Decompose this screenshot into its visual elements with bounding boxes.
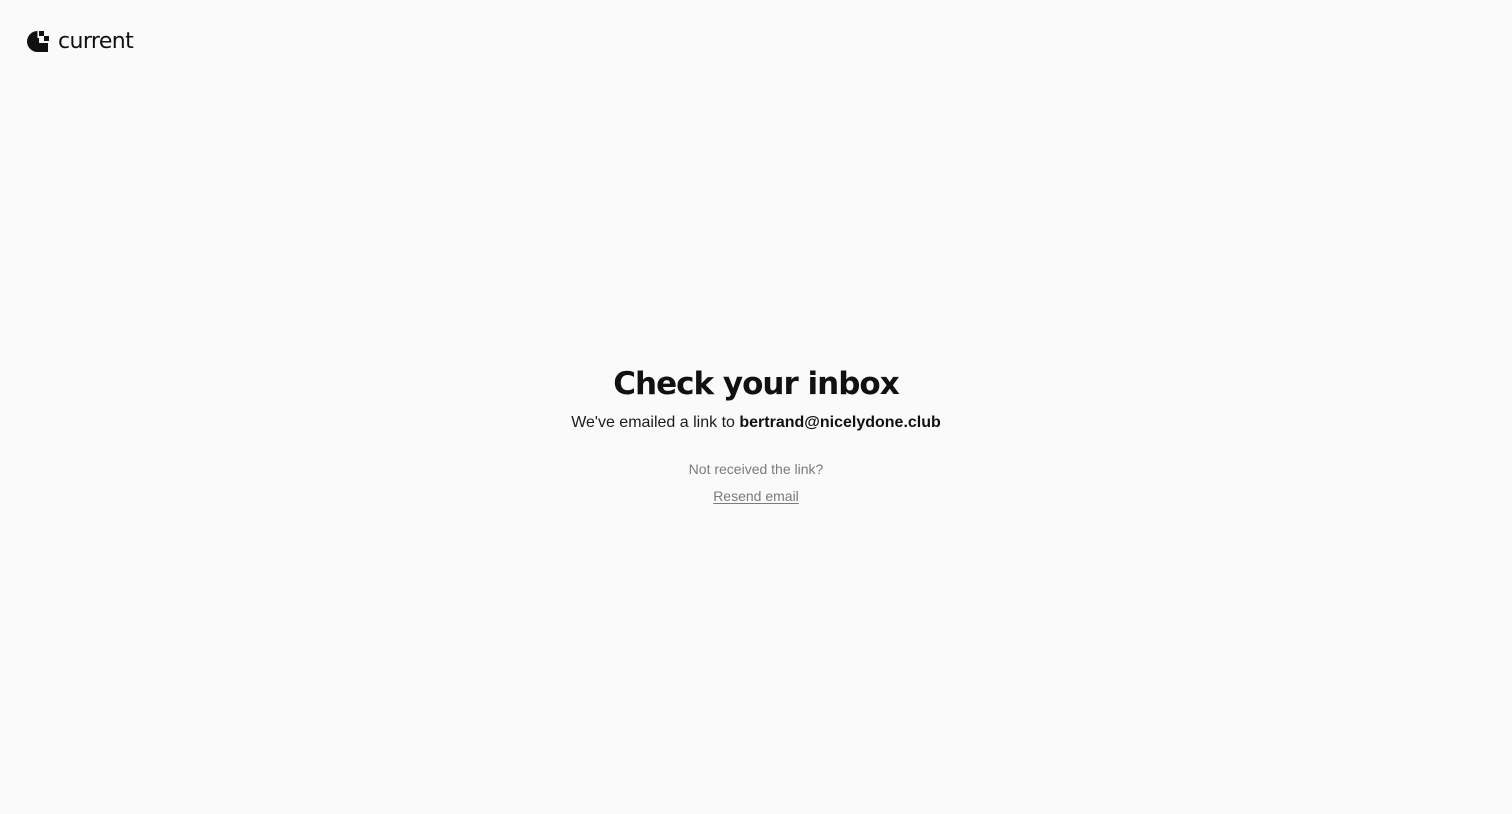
confirmation-panel: Check your inbox We've emailed a link to…	[0, 362, 1512, 506]
email-sent-message: We've emailed a link to bertrand@nicelyd…	[0, 412, 1512, 434]
recipient-email: bertrand@nicelydone.club	[739, 414, 941, 431]
email-sent-prefix: We've emailed a link to	[571, 414, 735, 431]
brand-name: current	[58, 29, 134, 54]
not-received-text: Not received the link?	[688, 461, 824, 477]
page-title: Check your inbox	[613, 366, 899, 402]
brand-logo-link[interactable]: current	[24, 28, 134, 55]
page: current Check your inbox We've emailed a…	[0, 0, 1512, 814]
current-logo-mark-icon	[27, 31, 49, 52]
resend-email-link[interactable]: Resend email	[713, 486, 799, 506]
